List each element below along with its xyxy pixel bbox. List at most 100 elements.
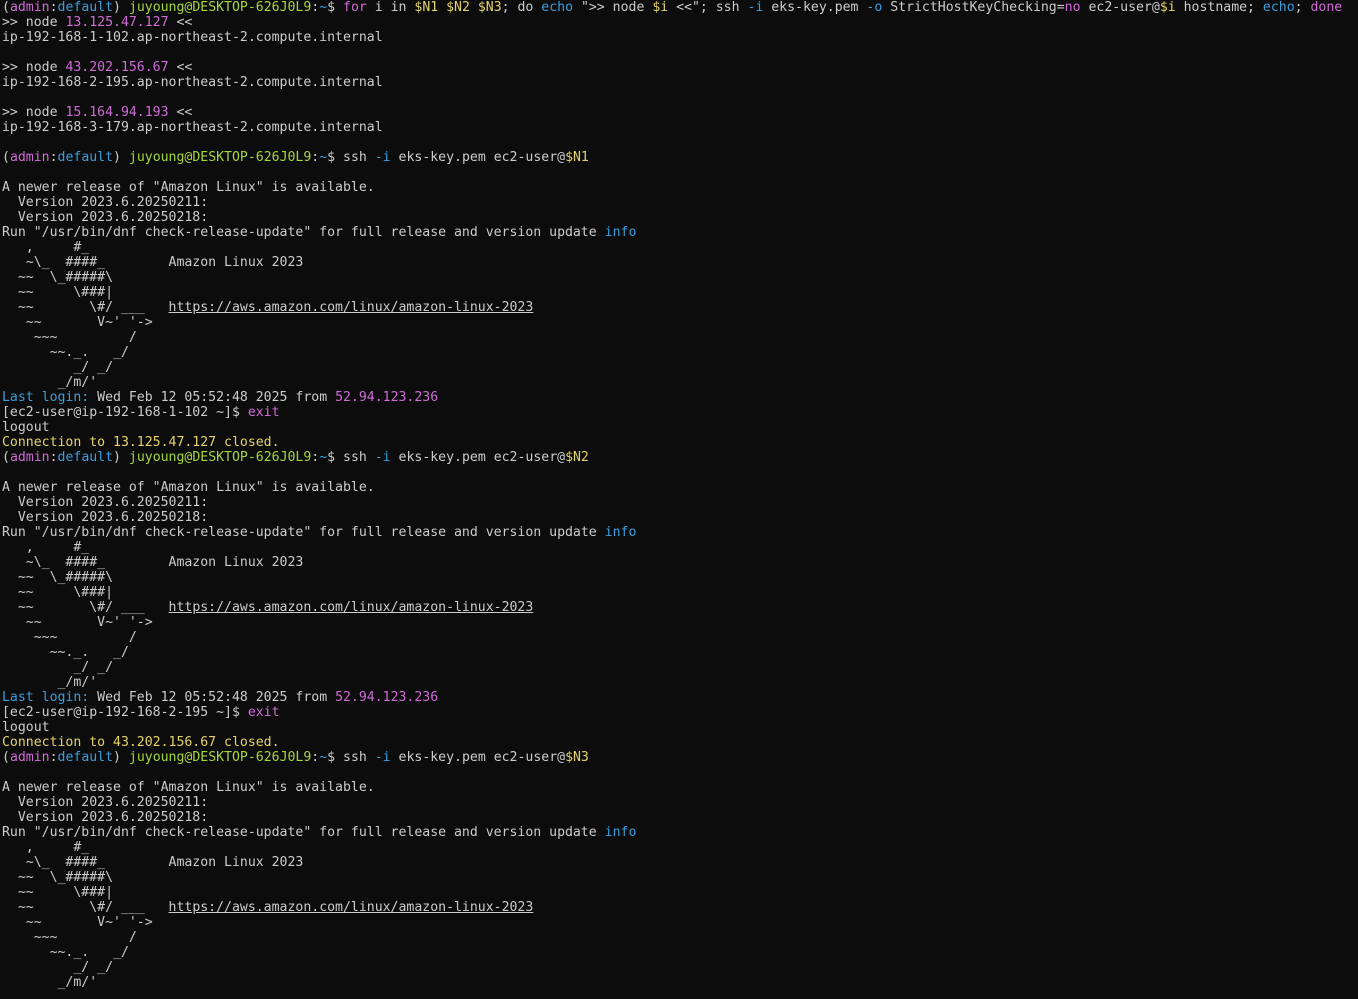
terminal-text-span: for xyxy=(343,0,367,15)
terminal-text-span: >> node xyxy=(2,105,66,120)
terminal-text-span: info xyxy=(604,225,637,240)
terminal-line: >> node 13.125.47.127 << xyxy=(2,15,1358,30)
terminal-text-span: _/m/' xyxy=(2,975,98,990)
terminal-text-span: : xyxy=(49,750,58,765)
terminal-line: A newer release of "Amazon Linux" is ava… xyxy=(2,480,1358,495)
terminal-text-span: ip-192-168-1-102.ap-northeast-2.compute.… xyxy=(2,30,383,45)
terminal-line: ip-192-168-2-195.ap-northeast-2.compute.… xyxy=(2,75,1358,90)
terminal-text-span: ~~ \#/ ___ xyxy=(2,300,169,315)
terminal-line: Version 2023.6.20250211: xyxy=(2,495,1358,510)
terminal-link[interactable]: https://aws.amazon.com/linux/amazon-linu… xyxy=(169,300,534,315)
terminal-text-span: $ ssh xyxy=(327,150,375,165)
terminal-text-span: $N1 xyxy=(565,150,589,165)
terminal-text-span: ~~._. _/ xyxy=(2,945,129,960)
terminal-text-span: ~~ \###| xyxy=(2,885,114,900)
terminal-text-span: 13.125.47.127 xyxy=(65,15,169,30)
terminal-text-span: juyoung@DESKTOP-626J0L9 xyxy=(128,150,312,165)
terminal-line: , #_ xyxy=(2,840,1358,855)
terminal-text-span: , #_ xyxy=(2,240,90,255)
terminal-text-span: echo xyxy=(541,0,574,15)
terminal-line: ~~ \#/ ___ https://aws.amazon.com/linux/… xyxy=(2,600,1358,615)
terminal-line: logout xyxy=(2,420,1358,435)
terminal-text-span: $ ssh xyxy=(327,750,375,765)
terminal-text-span: >> node xyxy=(2,15,66,30)
terminal-text-span: -o xyxy=(866,0,883,15)
terminal-line: >> node 15.164.94.193 << xyxy=(2,105,1358,120)
terminal-text-span: A newer release of "Amazon Linux" is ava… xyxy=(2,480,375,495)
terminal-line: ~~~ / xyxy=(2,330,1358,345)
terminal-line: , #_ xyxy=(2,240,1358,255)
terminal-line: Version 2023.6.20250218: xyxy=(2,810,1358,825)
terminal-text-span: i in xyxy=(366,0,415,15)
terminal-text-span: _/ _/ xyxy=(2,960,114,975)
terminal-text-span: default xyxy=(57,150,114,165)
terminal-line: Connection to 13.125.47.127 closed. xyxy=(2,435,1358,450)
terminal-line: [ec2-user@ip-192-168-2-195 ~]$ exit xyxy=(2,705,1358,720)
terminal-text-span: ~~ \###| xyxy=(2,285,114,300)
terminal-text-span: , #_ xyxy=(2,540,90,555)
terminal-text-span: Last login: xyxy=(2,690,90,705)
terminal-text-span: exit xyxy=(247,705,280,720)
terminal-text-span: ) xyxy=(113,750,129,765)
terminal-line: Last login: Wed Feb 12 05:52:48 2025 fro… xyxy=(2,690,1358,705)
terminal-text-span: , #_ xyxy=(2,840,90,855)
terminal-text-span: : xyxy=(49,450,58,465)
terminal-text-span: ~~~ / xyxy=(2,930,137,945)
terminal-text-span: _/ _/ xyxy=(2,360,114,375)
terminal-text-span: eks-key.pem ec2-user@ xyxy=(390,450,566,465)
terminal-text-span: Run "/usr/bin/dnf check-release-update" … xyxy=(2,525,605,540)
terminal-text-span: Wed Feb 12 05:52:48 2025 from xyxy=(89,390,336,405)
terminal-text-span: 43.202.156.67 xyxy=(65,60,169,75)
terminal-line: _/m/' xyxy=(2,675,1358,690)
terminal-text-span: hostname; xyxy=(1175,0,1263,15)
terminal-text-span: ~ xyxy=(319,450,328,465)
terminal-line: ~~ \_#####\ xyxy=(2,270,1358,285)
terminal-text-span: Wed Feb 12 05:52:48 2025 from xyxy=(89,690,336,705)
terminal-line: Run "/usr/bin/dnf check-release-update" … xyxy=(2,225,1358,240)
terminal-text-span: $i xyxy=(1159,0,1176,15)
terminal-text-span: $ ssh xyxy=(327,450,375,465)
terminal-output[interactable]: (admin:default) juyoung@DESKTOP-626J0L9:… xyxy=(0,0,1358,999)
terminal-text-span: Last login: xyxy=(2,390,90,405)
terminal-text-span: admin xyxy=(9,150,50,165)
terminal-text-span: : xyxy=(49,150,58,165)
terminal-text-span: ~~ V~' '-> xyxy=(2,915,153,930)
terminal-link[interactable]: https://aws.amazon.com/linux/amazon-linu… xyxy=(169,900,534,915)
terminal-text-span: ) xyxy=(113,150,129,165)
terminal-text-span: ) xyxy=(113,450,129,465)
terminal-text-span: << xyxy=(168,105,193,120)
terminal-text-span: _/ _/ xyxy=(2,660,114,675)
terminal-text-span: $N1 $N2 $N3 xyxy=(414,0,502,15)
terminal-line: ~~ \###| xyxy=(2,585,1358,600)
terminal-text-span: info xyxy=(604,525,637,540)
terminal-text-span: ~~ V~' '-> xyxy=(2,615,153,630)
terminal-text-span: << xyxy=(168,15,193,30)
terminal-text-span: 52.94.123.236 xyxy=(335,690,439,705)
terminal-line: , #_ xyxy=(2,540,1358,555)
terminal-text-span: ~\_ ####_ Amazon Linux 2023 xyxy=(2,555,304,570)
terminal-text-span: juyoung@DESKTOP-626J0L9 xyxy=(128,750,312,765)
terminal-text-span: ip-192-168-3-179.ap-northeast-2.compute.… xyxy=(2,120,383,135)
terminal-text-span: ~~~ / xyxy=(2,330,137,345)
terminal-text-span: logout xyxy=(2,420,50,435)
terminal-text-span: Version 2023.6.20250218: xyxy=(2,210,209,225)
terminal-line: ~~._. _/ xyxy=(2,645,1358,660)
terminal-text-span: default xyxy=(57,450,114,465)
terminal-line: ~~ V~' '-> xyxy=(2,315,1358,330)
terminal-text-span: ~ xyxy=(319,750,328,765)
terminal-text-span: Run "/usr/bin/dnf check-release-update" … xyxy=(2,825,605,840)
terminal-text-span: Version 2023.6.20250211: xyxy=(2,195,209,210)
terminal-line: ~\_ ####_ Amazon Linux 2023 xyxy=(2,855,1358,870)
terminal-text-span: default xyxy=(57,750,114,765)
terminal-text-span: done xyxy=(1310,0,1343,15)
terminal-text-span: logout xyxy=(2,720,50,735)
terminal-text-span: $i xyxy=(652,0,669,15)
terminal-line: ~~ \_#####\ xyxy=(2,570,1358,585)
terminal-text-span: 52.94.123.236 xyxy=(335,390,439,405)
terminal-text-span: ; do xyxy=(501,0,542,15)
terminal-link[interactable]: https://aws.amazon.com/linux/amazon-linu… xyxy=(169,600,534,615)
terminal-text-span: ( xyxy=(2,750,10,765)
